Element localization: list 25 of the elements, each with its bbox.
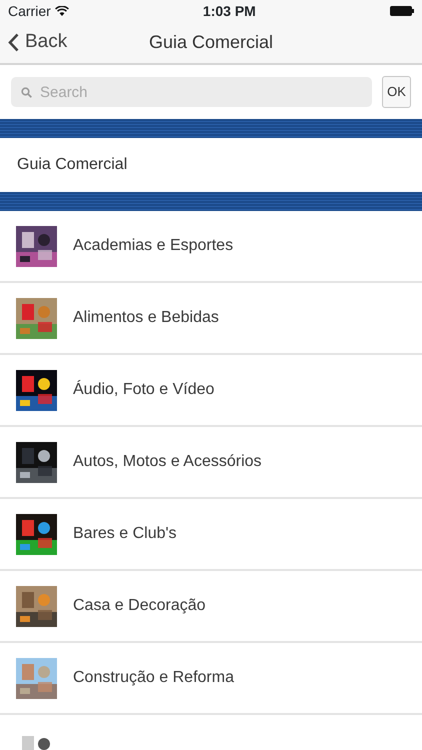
carrier-label: Carrier: [8, 2, 51, 20]
category-label: Autos, Motos e Acessórios: [73, 452, 262, 472]
search-icon: [21, 87, 32, 98]
category-item[interactable]: Construção e Reforma: [0, 643, 422, 715]
nav-title: Guia Comercial: [148, 32, 274, 52]
status-time: 1:03 PM: [202, 2, 256, 20]
category-label: Casa e Decoração: [73, 596, 206, 616]
battery-icon: [390, 6, 414, 16]
wifi-icon: [54, 6, 69, 16]
ok-button[interactable]: OK: [382, 76, 411, 108]
back-button[interactable]: Back: [0, 28, 68, 57]
category-label: Bares e Club's: [73, 524, 177, 544]
category-item[interactable]: Áudio, Foto e Vídeo: [0, 355, 422, 427]
category-item[interactable]: Casa e Decoração: [0, 571, 422, 643]
back-chevron-icon: [8, 33, 19, 52]
category-item[interactable]: Autos, Motos e Acessórios: [0, 427, 422, 499]
section-title: Guia Comercial: [17, 155, 128, 175]
category-item[interactable]: Academias e Esportes: [0, 211, 422, 283]
category-item[interactable]: Alimentos e Bebidas: [0, 283, 422, 355]
category-item[interactable]: Bares e Club's: [0, 499, 422, 571]
category-label: Áudio, Foto e Vídeo: [73, 379, 214, 400]
search-field[interactable]: Search: [11, 77, 372, 107]
category-label: Alimentos e Bebidas: [73, 308, 219, 328]
category-label: Construção e Reforma: [73, 668, 234, 688]
category-label: Academias e Esportes: [73, 236, 234, 256]
